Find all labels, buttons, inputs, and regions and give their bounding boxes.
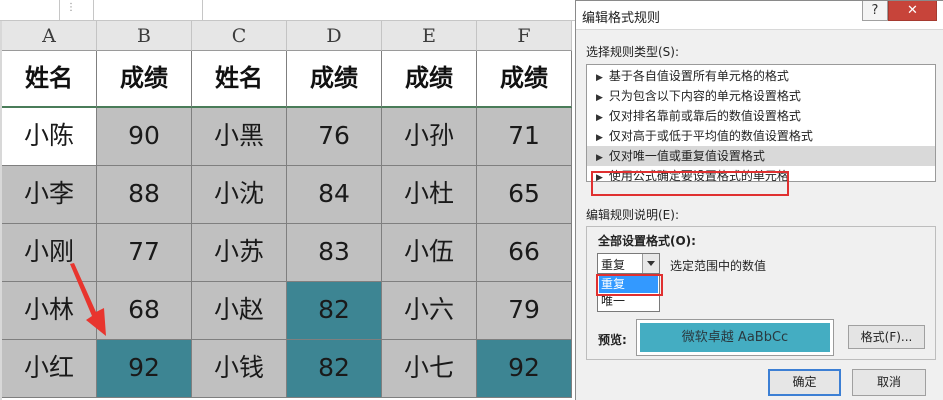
table-cell[interactable]: 小红 [2,340,97,398]
table-cell[interactable]: 76 [287,108,382,166]
header-cell[interactable]: 成绩 [382,51,477,108]
table-cell[interactable]: 小陈 [2,108,97,166]
table-cell[interactable]: 65 [477,166,572,224]
table-cell[interactable]: 小李 [2,166,97,224]
table-cell[interactable]: 84 [287,166,382,224]
table-cell[interactable]: 90 [97,108,192,166]
triangle-right-icon: ▶ [596,133,603,143]
spreadsheet: ⋮ ABCDEF 姓名 成绩 姓名 成绩 成绩 成绩 小陈 90 小黑 76 小孙 71 小李 88 小沈 8… [0,0,580,400]
formula-bar: ⋮ [0,0,580,21]
table-cell[interactable]: 小孙 [382,108,477,166]
dropdown-highlight-box [596,274,663,296]
table-cell[interactable]: 小七 [382,340,477,398]
select-value: 重复 [601,258,626,272]
table-cell[interactable]: 82 [287,282,382,340]
table-cell[interactable]: 小六 [382,282,477,340]
column-header-d[interactable]: D [287,21,382,51]
duplicate-unique-select[interactable]: 重复 [597,253,660,274]
column-header-a[interactable]: A [2,21,97,51]
table-cell[interactable]: 92 [477,340,572,398]
rule-description-panel: 全部设置格式(O): 重复 选定范围中的数值 重复 唯一 预览: 微软卓越 Aa… [586,226,936,360]
rule-type-label: 选择规则类型(S): [586,45,680,59]
range-values-text: 选定范围中的数值 [670,259,767,273]
preview-sample: 微软卓越 AaBbCc [640,323,830,352]
column-header-c[interactable]: C [192,21,287,51]
dialog-title: 编辑格式规则 [582,11,661,26]
table-cell[interactable]: 88 [97,166,192,224]
header-cell[interactable]: 姓名 [192,51,287,108]
table-cell[interactable]: 79 [477,282,572,340]
edit-format-rule-dialog: 编辑格式规则 ? ✕ 选择规则类型(S): ▶ 基于各自值设置所有单元格的格式 ▶… [575,0,943,400]
triangle-right-icon: ▶ [596,113,603,123]
rule-description-label: 编辑规则说明(E): [586,208,679,222]
rule-type-item[interactable]: ▶ 仅对排名靠前或靠后的数值设置格式 [587,106,935,126]
column-header-b[interactable]: B [97,21,192,51]
formula-input[interactable] [93,0,203,20]
help-button[interactable]: ? [862,1,888,21]
column-header-f[interactable]: F [477,21,572,51]
dialog-body: 选择规则类型(S): ▶ 基于各自值设置所有单元格的格式 ▶ 只为包含以下内容的单元… [576,29,943,400]
table-cell[interactable]: 66 [477,224,572,282]
format-preview: 微软卓越 AaBbCc [636,319,834,356]
table-cell[interactable]: 小沈 [192,166,287,224]
rule-type-item-selected[interactable]: ▶ 仅对唯一值或重复值设置格式 [587,146,935,166]
table-cell[interactable]: 71 [477,108,572,166]
column-headers: ABCDEF [2,21,580,51]
rule-type-list[interactable]: ▶ 基于各自值设置所有单元格的格式 ▶ 只为包含以下内容的单元格设置格式 ▶ 仅对排名… [586,64,936,182]
table-cell[interactable]: 92 [97,340,192,398]
table-cell[interactable]: 小赵 [192,282,287,340]
name-box[interactable] [0,0,60,20]
table-cell[interactable]: 小黑 [192,108,287,166]
table-cell[interactable]: 82 [287,340,382,398]
format-all-label: 全部设置格式(O): [598,234,696,248]
header-cell[interactable]: 姓名 [2,51,97,108]
triangle-right-icon: ▶ [596,153,603,163]
red-arrow-annotation [70,263,106,336]
header-cell[interactable]: 成绩 [287,51,382,108]
column-header-e[interactable]: E [382,21,477,51]
close-button[interactable]: ✕ [888,1,937,21]
preview-label: 预览: [598,333,627,347]
chevron-down-icon[interactable] [642,254,659,273]
ok-button[interactable]: 确定 [768,369,841,396]
rule-type-item[interactable]: ▶ 只为包含以下内容的单元格设置格式 [587,86,935,106]
formula-bar-divider-icon: ⋮ [66,2,76,13]
table-cell[interactable]: 小伍 [382,224,477,282]
table-cell[interactable]: 小苏 [192,224,287,282]
rule-type-item[interactable]: ▶ 仅对高于或低于平均值的数值设置格式 [587,126,935,146]
header-cell[interactable]: 成绩 [97,51,192,108]
table-cell[interactable]: 小钱 [192,340,287,398]
cancel-button[interactable]: 取消 [852,369,926,396]
table-cell[interactable]: 83 [287,224,382,282]
rule-type-item[interactable]: ▶ 基于各自值设置所有单元格的格式 [587,66,935,86]
format-button[interactable]: 格式(F)... [848,325,925,349]
dialog-titlebar[interactable]: 编辑格式规则 ? ✕ [576,1,943,29]
selected-rule-highlight-box [591,171,789,196]
triangle-right-icon: ▶ [596,93,603,103]
table-cell[interactable]: 小杜 [382,166,477,224]
header-cell[interactable]: 成绩 [477,51,572,108]
triangle-right-icon: ▶ [596,73,603,83]
